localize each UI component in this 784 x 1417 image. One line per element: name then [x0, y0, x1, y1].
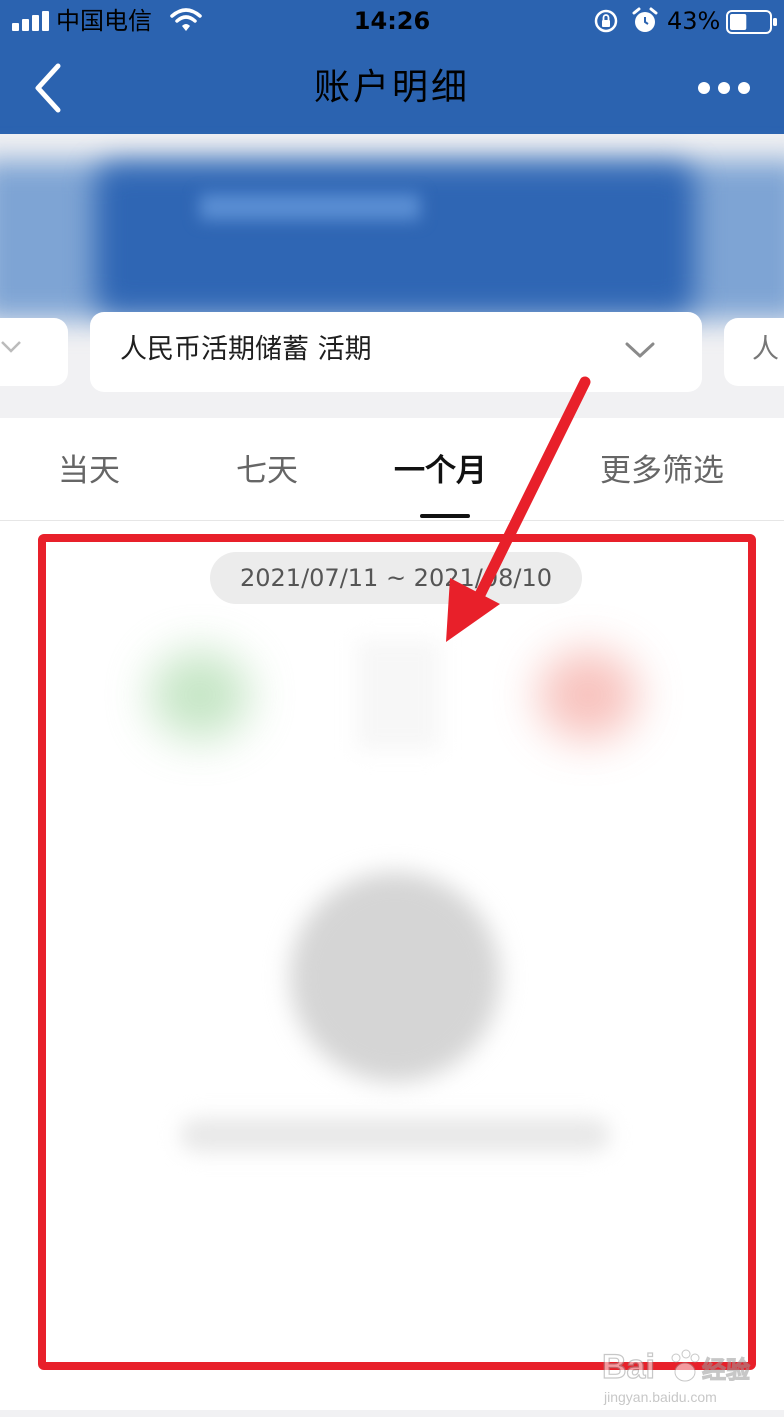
annotation-highlight-frame — [38, 534, 756, 1370]
blurred-account-number — [200, 194, 420, 220]
account-type-label: 人民币活期储蓄 活期 — [120, 334, 372, 365]
tab-today[interactable]: 当天 — [58, 446, 120, 496]
battery-icon — [726, 10, 777, 34]
baidu-jingyan-watermark: Bai 经验 jingyan.baidu.com — [601, 1347, 750, 1405]
chevron-down-icon — [1, 341, 21, 353]
more-dots-icon[interactable] — [694, 72, 754, 104]
tab-seven-days[interactable]: 七天 — [236, 446, 298, 496]
watermark-suffix: 经验 — [702, 1356, 750, 1384]
bottom-edge — [0, 1410, 784, 1417]
watermark-brand: Bai — [602, 1348, 655, 1386]
watermark-url: jingyan.baidu.com — [603, 1389, 717, 1405]
rotation-lock-icon — [594, 9, 618, 33]
blurred-account-card-main — [95, 164, 695, 314]
alarm-icon — [632, 7, 658, 32]
annotation-arrow-icon — [446, 376, 591, 642]
page-title: 账户明细 — [313, 67, 470, 108]
next-account-label: 人 — [752, 334, 779, 365]
battery-percent: 43% — [667, 7, 721, 35]
chevron-down-icon[interactable] — [624, 340, 656, 360]
tabs-divider — [0, 520, 784, 521]
